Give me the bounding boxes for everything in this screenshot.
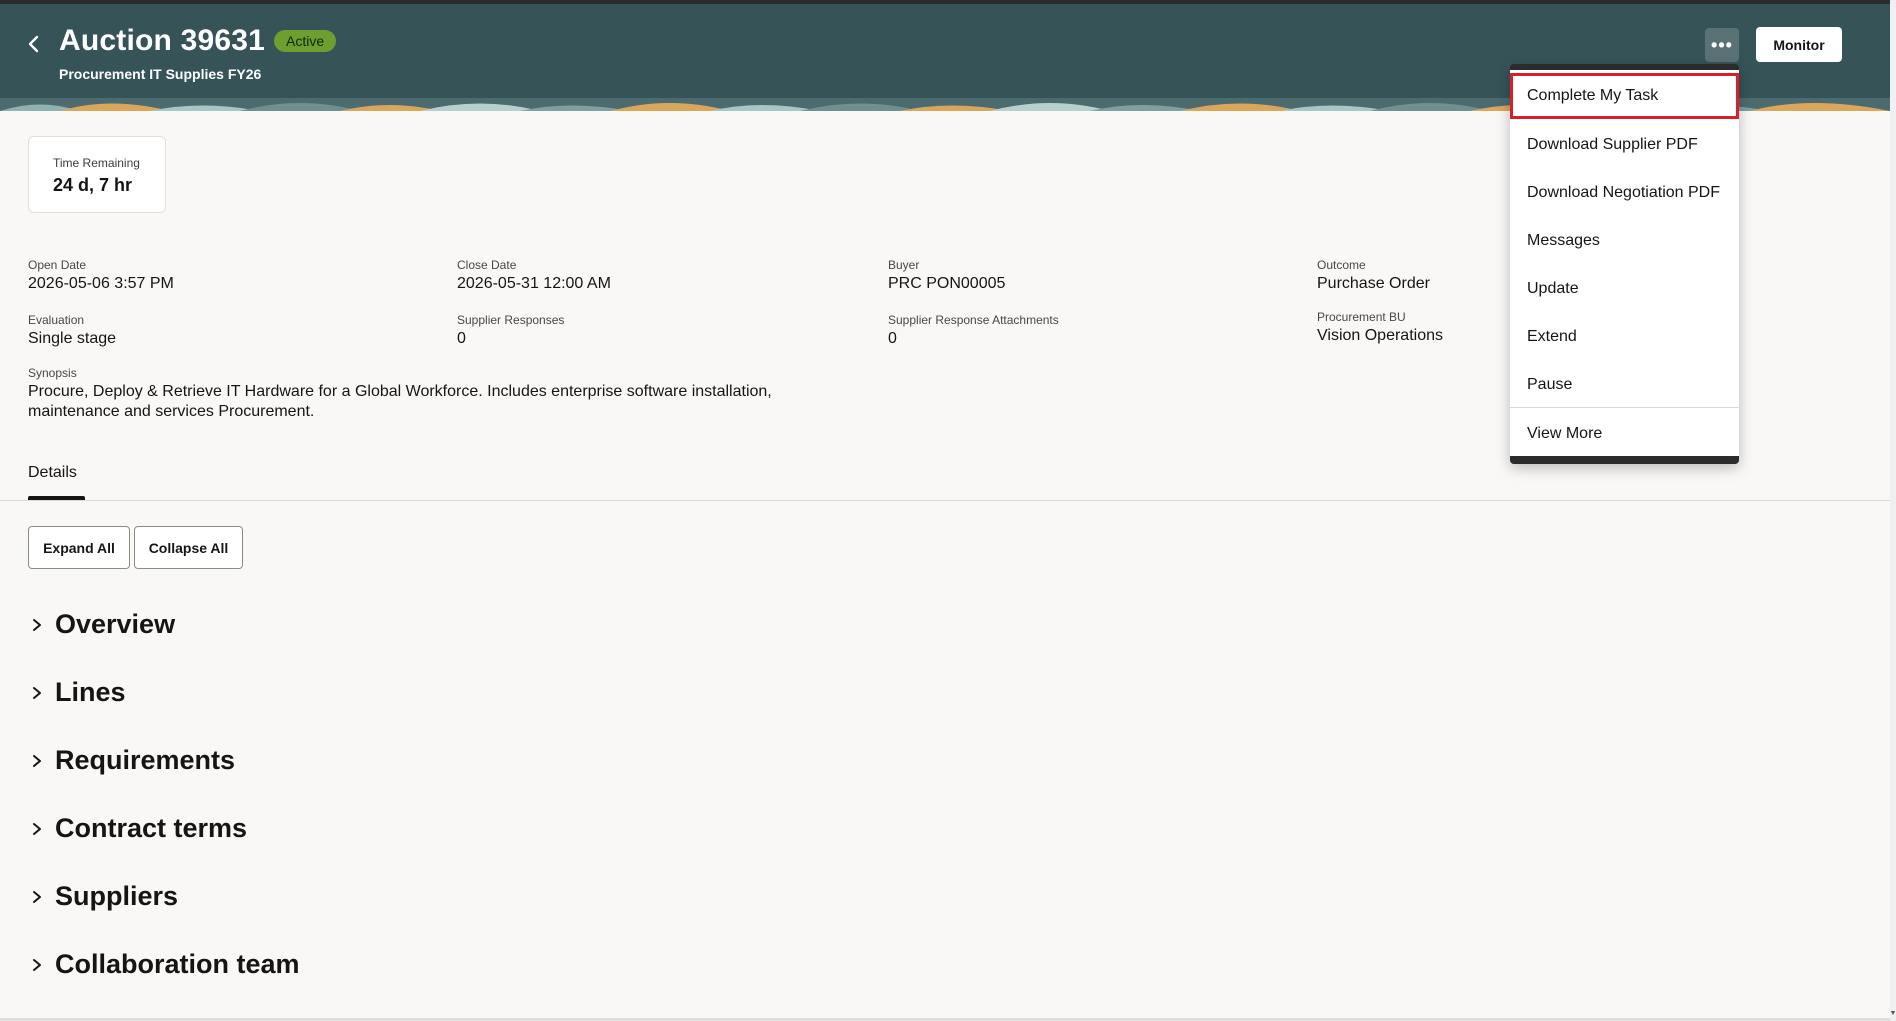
field-label: Supplier Responses (457, 313, 565, 327)
page-subtitle: Procurement IT Supplies FY26 (59, 66, 262, 82)
chevron-right-icon (28, 752, 46, 770)
chevron-right-icon (28, 888, 46, 906)
field-label: Outcome (1317, 258, 1366, 272)
menu-item-extend[interactable]: Extend (1510, 314, 1739, 360)
menu-item-messages[interactable]: Messages (1510, 218, 1739, 264)
field-label: Buyer (888, 258, 920, 272)
ellipsis-icon: ••• (1711, 34, 1733, 55)
more-actions-button[interactable]: ••• (1705, 28, 1739, 62)
time-remaining-card: Time Remaining 24 d, 7 hr (28, 136, 166, 213)
tab-details[interactable]: Details (28, 464, 77, 500)
section-title: Suppliers (55, 881, 179, 911)
expand-all-button[interactable]: Expand All (28, 526, 130, 569)
outcome-field: Outcome Purchase Order (1317, 258, 1430, 294)
field-label: Open Date (28, 258, 87, 272)
menu-item-download-supplier-pdf[interactable]: Download Supplier PDF (1510, 122, 1739, 168)
field-value: 0 (888, 330, 897, 347)
field-value: Vision Operations (1317, 327, 1443, 344)
chevron-left-icon (28, 35, 39, 53)
time-remaining-label: Time Remaining (53, 156, 140, 170)
scroll-down-arrow-icon[interactable]: ▼ (1890, 1008, 1896, 1018)
procurement-bu-field: Procurement BU Vision Operations (1317, 310, 1443, 346)
chevron-right-icon (28, 684, 46, 702)
open-date-field: Open Date 2026-05-06 3:57 PM (28, 258, 174, 294)
field-label: Close Date (457, 258, 517, 272)
supplier-responses-field: Supplier Responses 0 (457, 313, 564, 349)
section-collaboration-team[interactable]: Collaboration team (28, 949, 300, 980)
field-value: Procure, Deploy & Retrieve IT Hardware f… (28, 383, 772, 420)
section-lines[interactable]: Lines (28, 677, 126, 708)
collapse-all-button[interactable]: Collapse All (134, 526, 243, 569)
auction-page: Auction 39631 Active Procurement IT Supp… (0, 0, 1890, 1018)
tab-divider (0, 500, 1890, 501)
field-label: Procurement BU (1317, 310, 1406, 324)
section-overview[interactable]: Overview (28, 609, 175, 640)
menu-item-update[interactable]: Update (1510, 266, 1739, 312)
field-value: Single stage (28, 330, 117, 347)
chevron-right-icon (28, 956, 46, 974)
section-contract-terms[interactable]: Contract terms (28, 813, 247, 844)
menu-item-pause[interactable]: Pause (1510, 362, 1739, 408)
synopsis-field: Synopsis Procure, Deploy & Retrieve IT H… (28, 366, 818, 422)
time-remaining-value: 24 d, 7 hr (53, 175, 133, 195)
field-value: 0 (457, 330, 466, 347)
status-badge: Active (274, 30, 337, 52)
section-title: Requirements (55, 745, 236, 775)
close-date-field: Close Date 2026-05-31 12:00 AM (457, 258, 611, 294)
field-value: Purchase Order (1317, 275, 1430, 292)
field-value: 2026-05-31 12:00 AM (457, 275, 611, 292)
menu-item-complete-my-task[interactable]: Complete My Task (1510, 73, 1739, 119)
field-value: PRC PON00005 (888, 275, 1006, 292)
section-title: Contract terms (55, 813, 248, 843)
section-title: Collaboration team (55, 949, 300, 979)
section-requirements[interactable]: Requirements (28, 745, 235, 776)
monitor-button[interactable]: Monitor (1756, 27, 1842, 62)
chevron-right-icon (28, 820, 46, 838)
section-title: Overview (55, 609, 176, 639)
field-value: 2026-05-06 3:57 PM (28, 275, 174, 292)
title-row: Auction 39631 Active (59, 24, 337, 58)
field-label: Evaluation (28, 313, 85, 327)
menu-item-download-negotiation-pdf[interactable]: Download Negotiation PDF (1510, 170, 1739, 216)
section-suppliers[interactable]: Suppliers (28, 881, 178, 912)
chevron-right-icon (28, 616, 46, 634)
field-label: Synopsis (28, 366, 77, 380)
more-actions-menu: Complete My Task Download Supplier PDF D… (1510, 64, 1739, 464)
vertical-scrollbar[interactable] (1890, 0, 1896, 1021)
field-label: Supplier Response Attachments (888, 313, 1059, 327)
section-title: Lines (55, 677, 126, 707)
evaluation-field: Evaluation Single stage (28, 313, 116, 349)
page-title: Auction 39631 (59, 24, 266, 57)
menu-item-view-more[interactable]: View More (1510, 411, 1739, 457)
supplier-response-attachments-field: Supplier Response Attachments 0 (888, 313, 1059, 349)
buyer-field: Buyer PRC PON00005 (888, 258, 1005, 294)
back-button[interactable] (20, 30, 48, 58)
menu-separator (1510, 407, 1739, 408)
